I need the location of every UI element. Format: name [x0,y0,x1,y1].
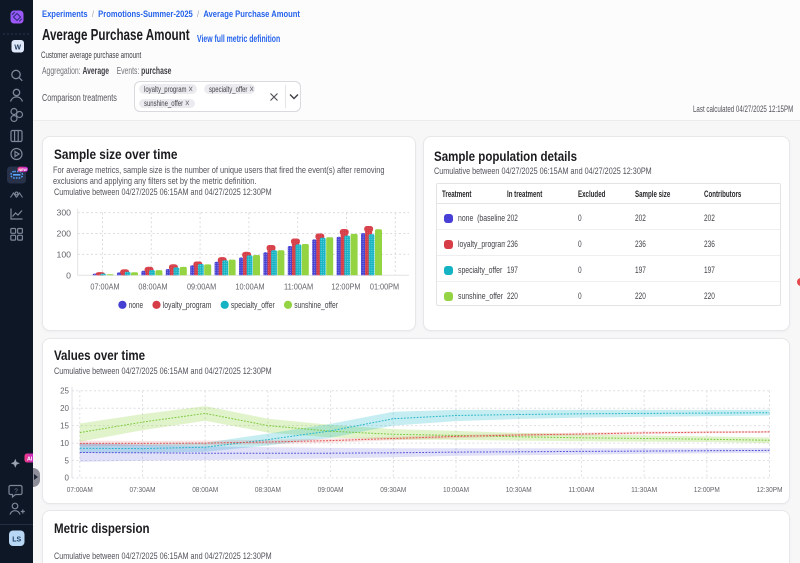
svg-text:10: 10 [60,439,69,448]
svg-text:NEW: NEW [19,168,28,172]
svg-text:11:30AM: 11:30AM [631,485,657,494]
svg-text:12:00PM: 12:00PM [694,485,720,494]
svg-text:07:00AM: 07:00AM [90,281,119,291]
svg-text:07:30AM: 07:30AM [130,485,156,494]
svg-text:none: none [129,300,144,310]
svg-text:10:30AM: 10:30AM [506,485,532,494]
svg-text:300: 300 [57,208,72,218]
svg-text:0: 0 [65,474,70,483]
svg-text:12:30PM: 12:30PM [757,485,783,494]
svg-text:0: 0 [66,270,71,280]
svg-text:08:30AM: 08:30AM [255,485,281,494]
svg-text:09:00AM: 09:00AM [187,281,216,291]
svg-text:5: 5 [65,456,70,465]
svg-text:20: 20 [60,404,69,413]
svg-text:W: W [14,45,21,52]
svg-text:08:00AM: 08:00AM [138,281,167,291]
svg-text:10:00AM: 10:00AM [443,485,469,494]
svg-text:09:30AM: 09:30AM [380,485,406,494]
svg-text:loyalty_program: loyalty_program [163,300,212,310]
svg-text:09:00AM: 09:00AM [318,485,344,494]
svg-text:25: 25 [60,387,69,396]
svg-text:01:00PM: 01:00PM [370,281,399,291]
svg-text:sunshine_offer: sunshine_offer [294,300,338,310]
svg-text:?: ? [14,488,18,495]
svg-text:11:00AM: 11:00AM [284,281,313,291]
svg-text:11:00AM: 11:00AM [568,485,594,494]
svg-text:LS: LS [12,537,21,544]
svg-text:AI: AI [27,457,33,463]
svg-text:15: 15 [60,421,69,430]
svg-text:08:00AM: 08:00AM [192,485,218,494]
svg-text:specialty_offer: specialty_offer [231,300,275,310]
svg-text:200: 200 [57,229,72,239]
svg-text:07:00AM: 07:00AM [67,485,93,494]
svg-text:100: 100 [57,249,72,259]
svg-text:10:00AM: 10:00AM [235,281,264,291]
svg-text:12:00PM: 12:00PM [331,281,360,291]
